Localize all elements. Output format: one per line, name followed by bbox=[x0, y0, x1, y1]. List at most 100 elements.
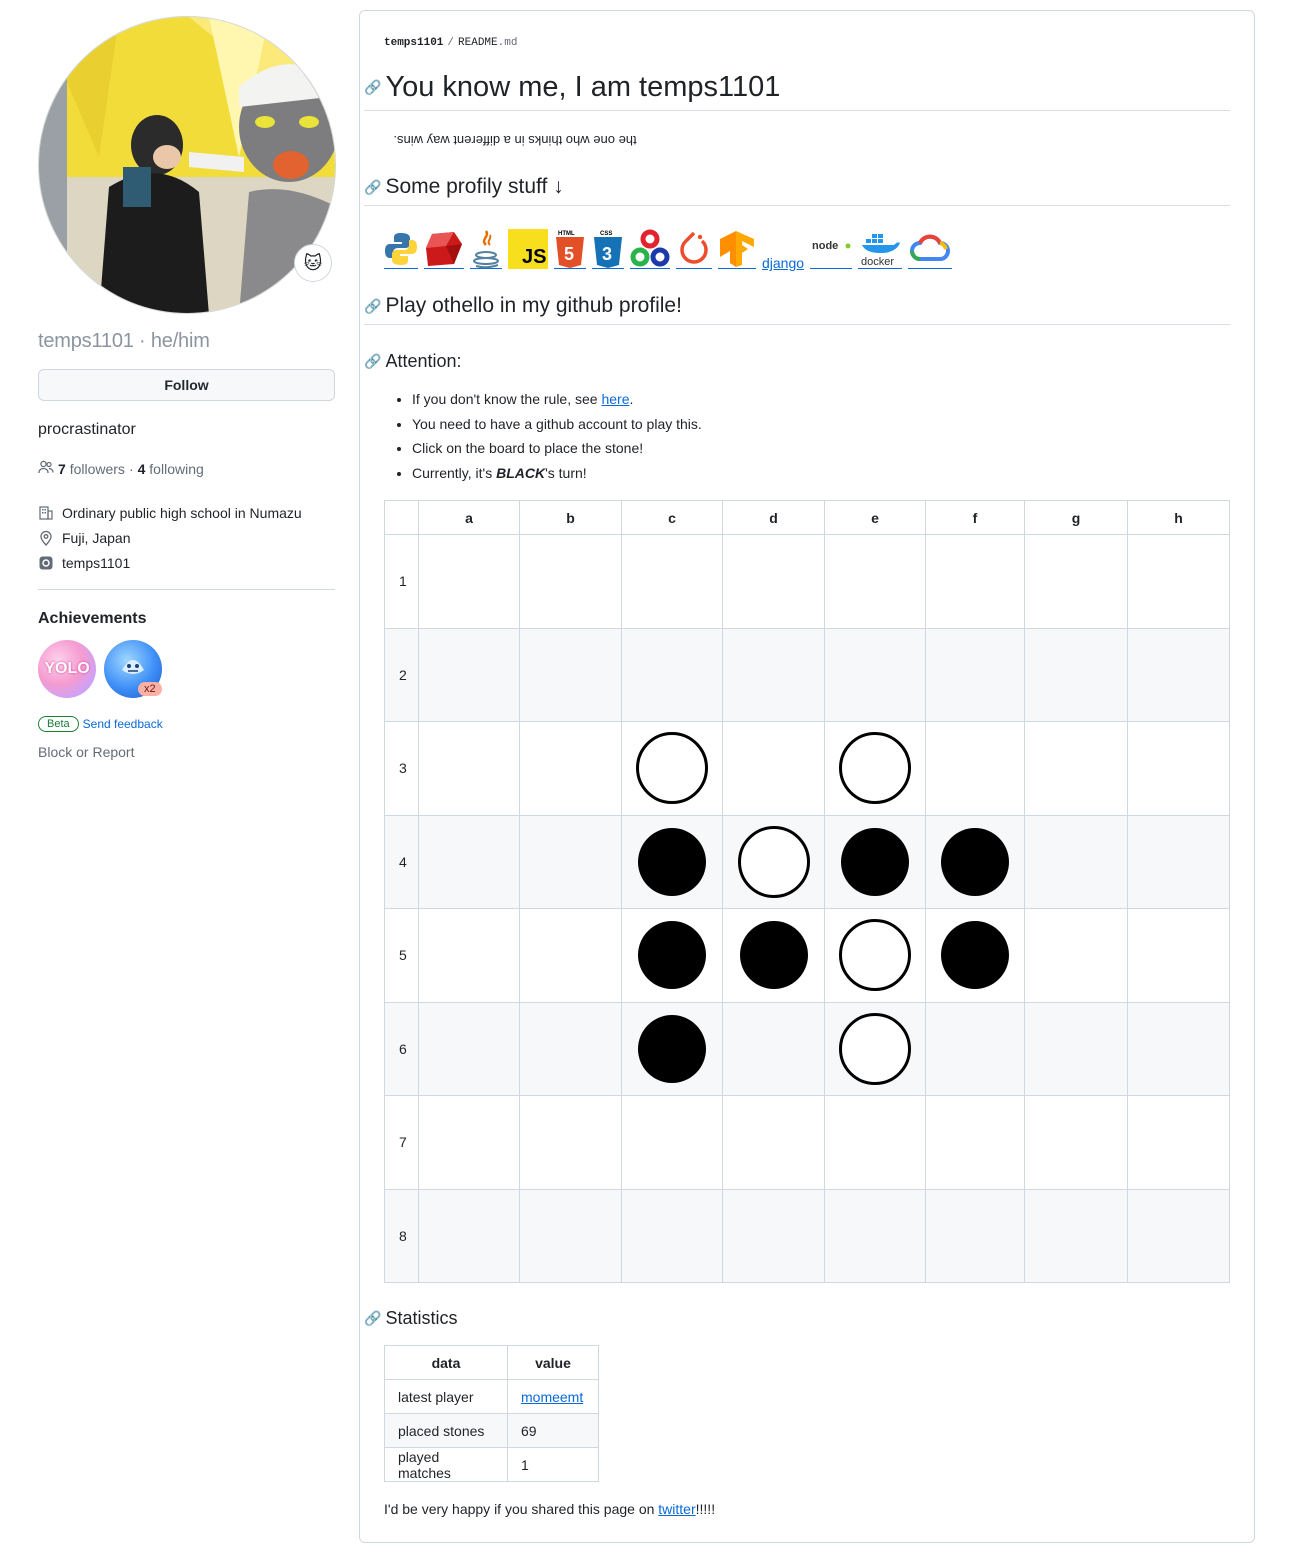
board-cell[interactable] bbox=[519, 814, 622, 909]
board-cell[interactable] bbox=[1127, 1095, 1230, 1190]
board-cell[interactable] bbox=[1127, 534, 1230, 629]
followers-link[interactable]: 7 followers bbox=[58, 461, 125, 477]
anchor-link-icon[interactable]: 🔗 bbox=[364, 353, 381, 370]
instagram-link[interactable]: temps1101 bbox=[62, 555, 130, 571]
board-cell[interactable] bbox=[621, 627, 723, 722]
django-icon[interactable]: django bbox=[762, 235, 804, 271]
board-cell[interactable] bbox=[824, 721, 926, 816]
board-cell[interactable] bbox=[1127, 1188, 1230, 1283]
board-cell[interactable] bbox=[1024, 1095, 1128, 1190]
board-cell[interactable] bbox=[1127, 1001, 1230, 1096]
board-cell[interactable] bbox=[1024, 534, 1128, 629]
board-cell[interactable] bbox=[1127, 908, 1230, 1003]
board-cell[interactable] bbox=[925, 814, 1025, 909]
python-icon[interactable] bbox=[384, 229, 418, 269]
board-cell[interactable] bbox=[722, 534, 825, 629]
board-cell[interactable] bbox=[824, 1188, 926, 1283]
gcp-icon[interactable] bbox=[908, 229, 953, 269]
board-cell[interactable] bbox=[1024, 721, 1128, 816]
ruby-icon[interactable] bbox=[424, 229, 464, 269]
board-cell[interactable] bbox=[925, 1001, 1025, 1096]
board-cell[interactable] bbox=[621, 534, 723, 629]
board-cell[interactable] bbox=[722, 627, 825, 722]
board-cell[interactable] bbox=[519, 1001, 622, 1096]
board-cell[interactable] bbox=[824, 627, 926, 722]
board-cell[interactable] bbox=[621, 814, 723, 909]
board-cell[interactable] bbox=[418, 814, 520, 909]
board-cell[interactable] bbox=[621, 721, 723, 816]
board-cell[interactable] bbox=[925, 627, 1025, 722]
board-cell[interactable] bbox=[1024, 1188, 1128, 1283]
board-cell[interactable] bbox=[925, 908, 1025, 1003]
opencv-icon[interactable] bbox=[630, 229, 670, 269]
board-cell[interactable] bbox=[621, 908, 723, 1003]
board-cell[interactable] bbox=[925, 1188, 1025, 1283]
board-cell[interactable] bbox=[925, 534, 1025, 629]
board-cell[interactable] bbox=[418, 1001, 520, 1096]
board-cell[interactable] bbox=[519, 534, 622, 629]
board-cell[interactable] bbox=[925, 721, 1025, 816]
board-cell[interactable] bbox=[621, 1095, 723, 1190]
board-cell[interactable] bbox=[1024, 908, 1128, 1003]
board-cell[interactable] bbox=[418, 534, 520, 629]
achievement-yolo-badge[interactable]: YOLO bbox=[38, 640, 96, 698]
board-cell[interactable] bbox=[418, 721, 520, 816]
board-row: 8 bbox=[384, 1188, 1230, 1283]
avatar[interactable] bbox=[38, 16, 336, 314]
block-or-report-link[interactable]: Block or Report bbox=[38, 744, 336, 760]
board-cell[interactable] bbox=[824, 1095, 926, 1190]
pytorch-icon[interactable] bbox=[676, 229, 712, 269]
status-emoji-button[interactable]: 🐱 bbox=[294, 244, 332, 282]
breadcrumb-user[interactable]: temps1101 bbox=[384, 37, 443, 49]
latest-player-link[interactable]: momeemt bbox=[521, 1389, 583, 1405]
anchor-link-icon[interactable]: 🔗 bbox=[364, 298, 381, 315]
board-cell[interactable] bbox=[418, 627, 520, 722]
board-cell[interactable] bbox=[621, 1001, 723, 1096]
board-cell[interactable] bbox=[621, 1188, 723, 1283]
board-cell[interactable] bbox=[1024, 627, 1128, 722]
board-cell[interactable] bbox=[519, 721, 622, 816]
docker-icon[interactable]: docker bbox=[858, 229, 903, 269]
js-label: JS bbox=[522, 246, 546, 268]
board-cell[interactable] bbox=[824, 814, 926, 909]
board-cell[interactable] bbox=[722, 1188, 825, 1283]
anchor-link-icon[interactable]: 🔗 bbox=[364, 79, 381, 96]
javascript-icon[interactable]: JS bbox=[508, 228, 548, 269]
follow-button[interactable]: Follow bbox=[38, 369, 335, 401]
board-cell[interactable] bbox=[1024, 814, 1128, 909]
board-cell[interactable] bbox=[418, 1188, 520, 1283]
anchor-link-icon[interactable]: 🔗 bbox=[364, 179, 381, 196]
board-cell[interactable] bbox=[1127, 721, 1230, 816]
board-cell[interactable] bbox=[925, 1095, 1025, 1190]
tensorflow-icon[interactable] bbox=[718, 229, 756, 269]
board-cell[interactable] bbox=[1024, 1001, 1128, 1096]
twitter-link[interactable]: twitter bbox=[658, 1501, 695, 1517]
following-link[interactable]: 4 following bbox=[138, 461, 204, 477]
list-item: If you don't know the rule, see here. bbox=[412, 387, 702, 412]
send-feedback-link[interactable]: Send feedback bbox=[83, 717, 163, 731]
board-cell[interactable] bbox=[824, 534, 926, 629]
board-cell[interactable] bbox=[722, 908, 825, 1003]
board-cell[interactable] bbox=[1127, 627, 1230, 722]
board-cell[interactable] bbox=[519, 1095, 622, 1190]
board-cell[interactable] bbox=[722, 814, 825, 909]
board-cell[interactable] bbox=[418, 1095, 520, 1190]
board-cell[interactable] bbox=[722, 721, 825, 816]
board-cell[interactable] bbox=[722, 1001, 825, 1096]
achievement-pull-shark-badge[interactable]: x2 bbox=[104, 640, 162, 698]
nodejs-icon[interactable]: node bbox=[810, 229, 853, 269]
rules-link[interactable]: here bbox=[601, 391, 629, 407]
board-cell[interactable] bbox=[824, 1001, 926, 1096]
anchor-link-icon[interactable]: 🔗 bbox=[364, 1310, 381, 1327]
board-body: 12345678 bbox=[384, 534, 1230, 1283]
board-cell[interactable] bbox=[824, 908, 926, 1003]
css3-icon[interactable]: CSS 3 bbox=[592, 229, 624, 269]
board-cell[interactable] bbox=[519, 1188, 622, 1283]
board-cell[interactable] bbox=[722, 1095, 825, 1190]
java-icon[interactable] bbox=[470, 229, 502, 269]
html5-icon[interactable]: HTML 5 bbox=[554, 229, 586, 269]
board-cell[interactable] bbox=[519, 627, 622, 722]
board-cell[interactable] bbox=[418, 908, 520, 1003]
board-cell[interactable] bbox=[519, 908, 622, 1003]
board-cell[interactable] bbox=[1127, 814, 1230, 909]
